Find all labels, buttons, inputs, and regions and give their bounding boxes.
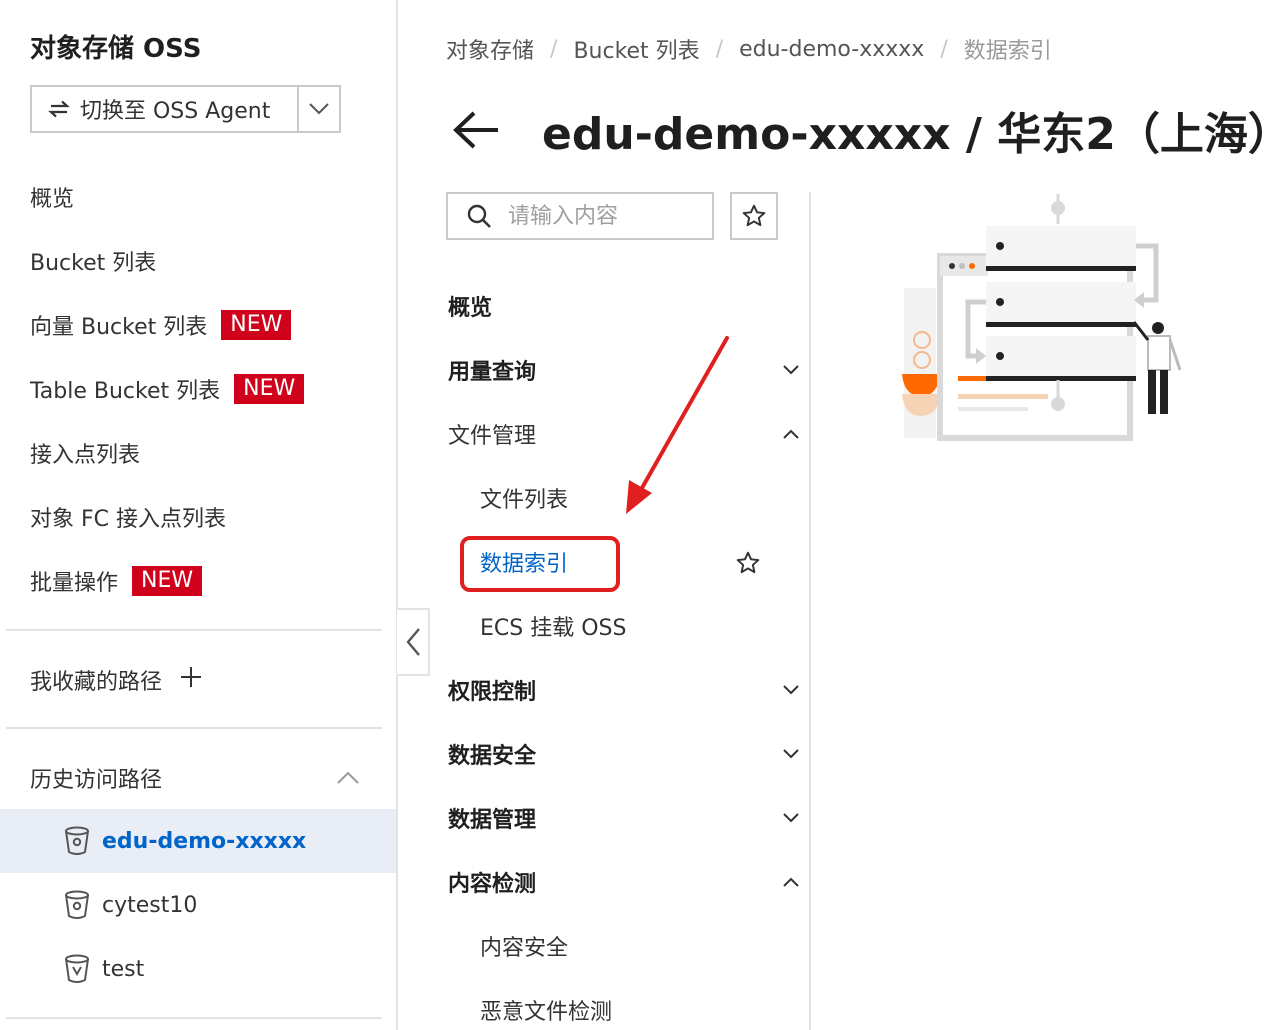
chevron-down-icon — [309, 103, 329, 115]
history-item-label: cytest10 — [102, 892, 198, 918]
new-badge: NEW — [132, 566, 203, 596]
history-paths-label: 历史访问路径 — [30, 768, 163, 793]
sidebar-item-vector-bucket-list[interactable]: 向量 Bucket 列表 NEW — [30, 305, 292, 345]
annotation-arrow — [626, 336, 729, 514]
chevron-left-icon — [405, 628, 420, 656]
breadcrumb-item[interactable]: 对象存储 — [446, 33, 534, 65]
sidebar-item-batch-operations[interactable]: 批量操作 NEW — [30, 561, 203, 601]
breadcrumb-item[interactable]: edu-demo-xxxxx — [739, 37, 924, 62]
sidebar-item-label: 向量 Bucket 列表 — [30, 315, 208, 340]
menu-overview[interactable]: 概览 — [448, 286, 800, 326]
switch-agent-button[interactable]: 切换至 OSS Agent — [32, 87, 297, 131]
breadcrumb-separator: / — [550, 36, 558, 62]
plus-icon — [181, 667, 202, 687]
sidebar-item-label: 批量操作 — [30, 571, 119, 596]
menu-content-detection[interactable]: 内容检测 — [448, 862, 800, 902]
history-paths-toggle[interactable]: 历史访问路径 — [30, 758, 360, 798]
sidebar-item-bucket-list[interactable]: Bucket 列表 — [30, 241, 156, 281]
menu-data-security[interactable]: 数据安全 — [448, 734, 800, 774]
star-icon — [736, 551, 760, 574]
switch-agent-control: 切换至 OSS Agent — [30, 85, 341, 133]
add-favorite-button[interactable] — [180, 666, 202, 694]
chevron-up-icon — [783, 877, 799, 887]
breadcrumb-item[interactable]: Bucket 列表 — [573, 33, 699, 65]
sidebar-item-access-points[interactable]: 接入点列表 — [30, 433, 140, 473]
menu-label: 数据管理 — [448, 808, 537, 833]
search-icon — [467, 204, 491, 228]
bucket-icon — [65, 826, 89, 855]
breadcrumb-separator: / — [715, 36, 724, 62]
chevron-down-icon — [783, 749, 799, 759]
menu-search-box[interactable] — [446, 192, 714, 240]
sidebar-divider — [396, 0, 398, 1030]
chevron-up-icon — [783, 429, 799, 439]
favorite-paths-label: 我收藏的路径 — [30, 670, 163, 695]
page-header: edu-demo-xxxxx / 华东2（上海） — [452, 98, 1274, 162]
sidebar-item-label: Table Bucket 列表 — [30, 379, 221, 404]
page-title: edu-demo-xxxxx / 华东2（上海） — [542, 109, 1274, 160]
menu-divider — [809, 192, 811, 1030]
switch-agent-label: 切换至 OSS Agent — [80, 99, 271, 124]
menu-permission[interactable]: 权限控制 — [448, 670, 800, 710]
collapse-sidebar-button[interactable] — [397, 608, 430, 676]
menu-search-input[interactable] — [508, 203, 688, 229]
annotation-highlight-box — [460, 536, 620, 592]
divider — [6, 1017, 382, 1019]
bucket-icon — [65, 954, 89, 983]
menu-label: ECS 挂载 OSS — [480, 616, 627, 641]
favorite-button[interactable] — [730, 192, 778, 240]
divider — [6, 727, 382, 729]
menu-label: 概览 — [448, 296, 493, 321]
menu-label: 文件列表 — [480, 488, 569, 513]
menu-label: 内容安全 — [480, 936, 569, 961]
swap-icon — [48, 100, 70, 118]
menu-ecs-mount[interactable]: ECS 挂载 OSS — [480, 606, 626, 646]
menu-label: 文件管理 — [448, 424, 537, 449]
menu-file-list[interactable]: 文件列表 — [480, 478, 568, 518]
new-badge: NEW — [221, 310, 292, 340]
history-item[interactable]: edu-demo-xxxxx — [0, 809, 396, 873]
favorite-menu-item-button[interactable] — [735, 550, 761, 580]
divider — [6, 629, 382, 631]
menu-label: 恶意文件检测 — [480, 1000, 613, 1025]
sidebar-item-label: 接入点列表 — [30, 443, 141, 468]
history-item[interactable]: cytest10 — [0, 873, 396, 937]
sidebar-item-fc-access-points[interactable]: 对象 FC 接入点列表 — [30, 497, 226, 537]
sidebar-item-table-bucket-list[interactable]: Table Bucket 列表 NEW — [30, 369, 305, 409]
menu-label: 内容检测 — [448, 872, 537, 897]
menu-label: 数据安全 — [448, 744, 537, 769]
chevron-up-icon — [337, 771, 359, 784]
back-button[interactable] — [452, 110, 502, 150]
history-item-label: test — [102, 956, 145, 982]
chevron-down-icon — [783, 365, 799, 375]
favorite-paths-row: 我收藏的路径 — [30, 660, 202, 700]
chevron-down-icon — [783, 813, 799, 823]
breadcrumb-current: 数据索引 — [963, 39, 1052, 64]
menu-label: 权限控制 — [448, 680, 537, 705]
menu-label: 用量查询 — [448, 360, 537, 385]
sidebar-title: 对象存储 OSS — [30, 34, 202, 64]
menu-data-management[interactable]: 数据管理 — [448, 798, 800, 838]
sidebar-item-label: Bucket 列表 — [30, 251, 157, 276]
empty-state-illustration — [902, 194, 1182, 441]
breadcrumb-separator: / — [940, 36, 948, 62]
star-icon — [742, 204, 766, 227]
sidebar-item-label: 概览 — [30, 187, 75, 212]
switch-dropdown-button[interactable] — [297, 87, 339, 131]
history-item-label: edu-demo-xxxxx — [102, 828, 307, 854]
sidebar: 对象存储 OSS 切换至 OSS Agent 概览 Bucket 列表 向量 B… — [0, 0, 396, 1030]
menu-content-security[interactable]: 内容安全 — [480, 926, 568, 966]
sidebar-item-overview[interactable]: 概览 — [30, 177, 74, 217]
breadcrumb: 对象存储 / Bucket 列表 / edu-demo-xxxxx / 数据索引 — [446, 32, 1052, 66]
menu-malware-detection[interactable]: 恶意文件检测 — [480, 990, 612, 1030]
history-item[interactable]: test — [0, 937, 396, 1001]
sidebar-item-label: 对象 FC 接入点列表 — [30, 507, 227, 532]
new-badge: NEW — [234, 374, 305, 404]
chevron-down-icon — [783, 685, 799, 695]
bucket-icon — [65, 890, 89, 919]
